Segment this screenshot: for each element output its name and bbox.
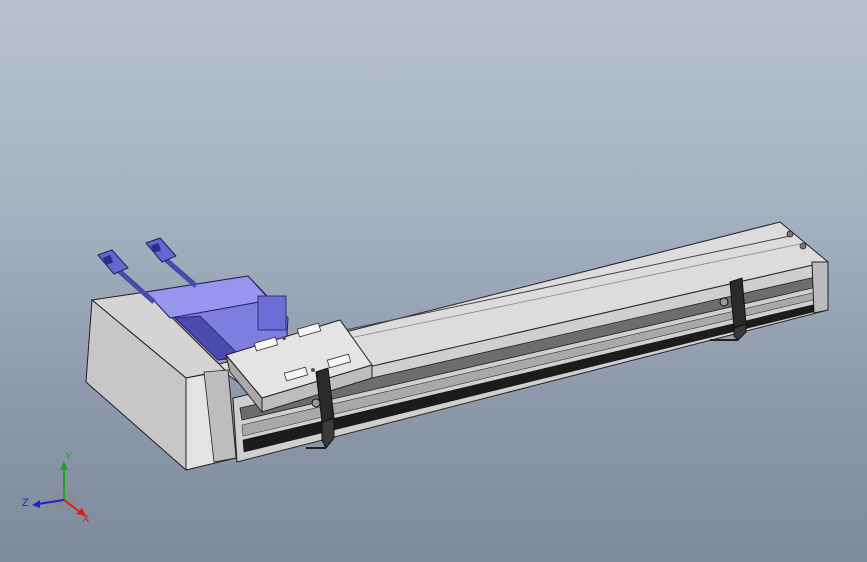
coordinate-triad[interactable]: Y X Z (18, 448, 98, 528)
linear-actuator-model[interactable] (0, 0, 867, 562)
graphics-viewport[interactable]: Y X Z (0, 0, 867, 562)
end-cap-screw (786, 230, 794, 238)
z-axis-label: Z (22, 497, 29, 509)
y-axis-label: Y (65, 451, 73, 463)
rail-end-cap (811, 261, 829, 314)
motor-cable-2 (162, 256, 198, 288)
x-axis-label: X (82, 513, 90, 525)
motor-connector-2 (145, 237, 177, 263)
motor-connector-1 (97, 249, 129, 275)
z-axis-arrow (32, 500, 40, 508)
